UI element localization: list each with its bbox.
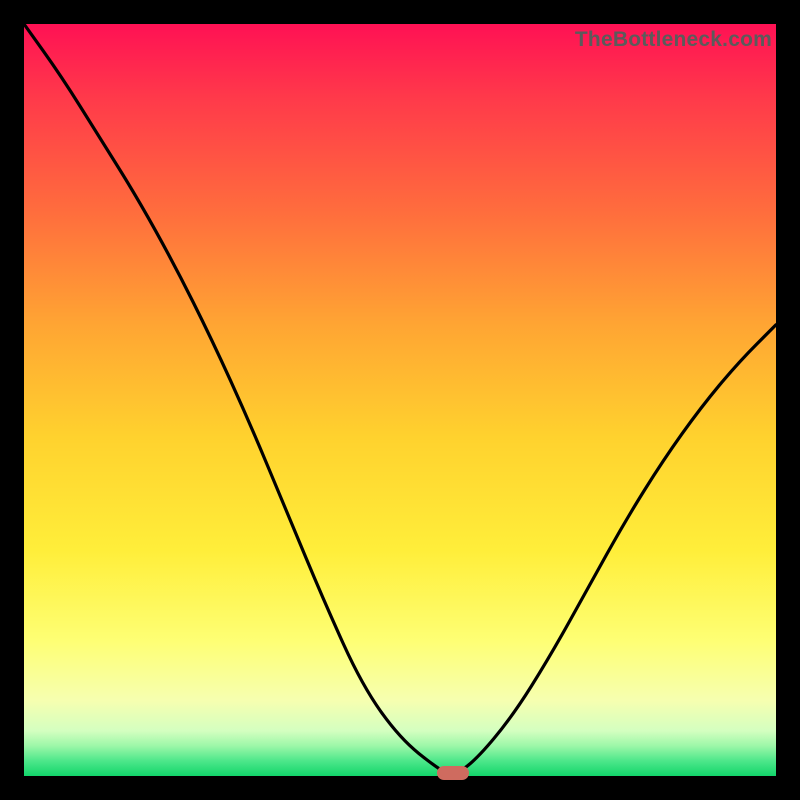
watermark-text: TheBottleneck.com [575, 28, 772, 52]
minimum-marker [437, 766, 469, 780]
bottleneck-curve [24, 24, 776, 776]
chart-frame: TheBottleneck.com [0, 0, 800, 800]
plot-area [24, 24, 776, 776]
